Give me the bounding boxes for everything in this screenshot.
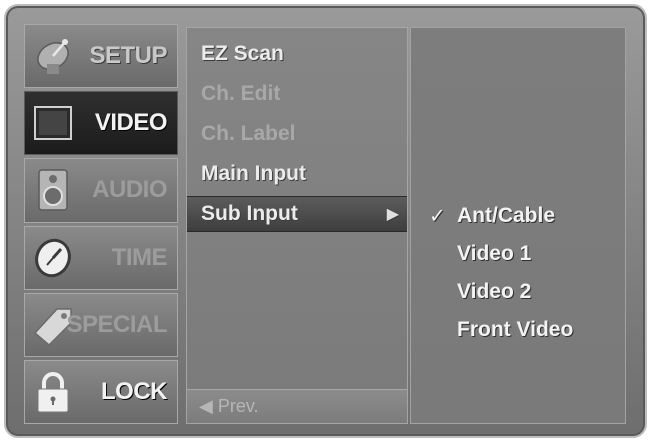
sidebar-item-lock[interactable]: LOCK (24, 359, 178, 425)
prev-button[interactable]: ◀ Prev. (187, 389, 407, 423)
menu-item-label: Ch. Edit (201, 82, 281, 105)
screen-icon (34, 106, 72, 141)
clock-icon (35, 238, 71, 277)
option-video-2[interactable]: Video 2 (411, 274, 625, 310)
video-submenu: EZ Scan Ch. Edit Ch. Label Main Input Su… (186, 27, 408, 424)
padlock-icon (37, 371, 69, 413)
menu-item-sub-input[interactable]: Sub Input ▶ (187, 196, 407, 232)
option-video-1[interactable]: Video 1 (411, 236, 625, 272)
menu-item-label: Main Input (201, 162, 306, 185)
menu-item-label: Ch. Label (201, 122, 296, 145)
sidebar-item-special[interactable]: SPECIAL (24, 292, 178, 357)
sidebar-item-label: SPECIAL (66, 310, 167, 338)
option-ant-cable[interactable]: ✓ Ant/Cable (411, 198, 625, 234)
satellite-dish-icon (37, 39, 69, 75)
menu-item-ch-edit[interactable]: Ch. Edit (187, 76, 407, 112)
sidebar-item-setup[interactable]: SETUP (24, 24, 178, 89)
speaker-icon (38, 169, 68, 212)
main-menu-sidebar: SETUP VIDEO AUDIO TIME SPECIAL LOCK (24, 24, 178, 425)
sidebar-item-label: LOCK (101, 377, 168, 405)
sidebar-item-video[interactable]: VIDEO (24, 91, 178, 156)
option-front-video[interactable]: Front Video (411, 312, 625, 348)
option-label: Video 1 (457, 242, 532, 265)
sidebar-item-audio[interactable]: AUDIO (24, 158, 178, 223)
sub-input-options: ✓ Ant/Cable Video 1 Video 2 Front Video (410, 27, 626, 424)
menu-item-ch-label[interactable]: Ch. Label (187, 116, 407, 152)
menu-item-label: Sub Input (201, 202, 298, 225)
menu-item-label: EZ Scan (201, 42, 284, 65)
option-label: Ant/Cable (457, 204, 556, 227)
sidebar-item-label: SETUP (89, 42, 167, 70)
sidebar-item-label: TIME (111, 243, 168, 271)
sidebar-item-label: AUDIO (92, 176, 167, 204)
arrow-right-icon: ▶ (386, 206, 399, 223)
menu-item-ez-scan[interactable]: EZ Scan (187, 36, 407, 72)
option-label: Video 2 (457, 280, 532, 303)
sidebar-item-label: VIDEO (94, 109, 168, 137)
option-label: Front Video (457, 318, 574, 341)
menu-item-main-input[interactable]: Main Input (187, 156, 407, 192)
sidebar-item-time[interactable]: TIME (24, 225, 178, 290)
prev-label: ◀ Prev. (199, 396, 259, 416)
checkmark-icon: ✓ (429, 205, 446, 228)
